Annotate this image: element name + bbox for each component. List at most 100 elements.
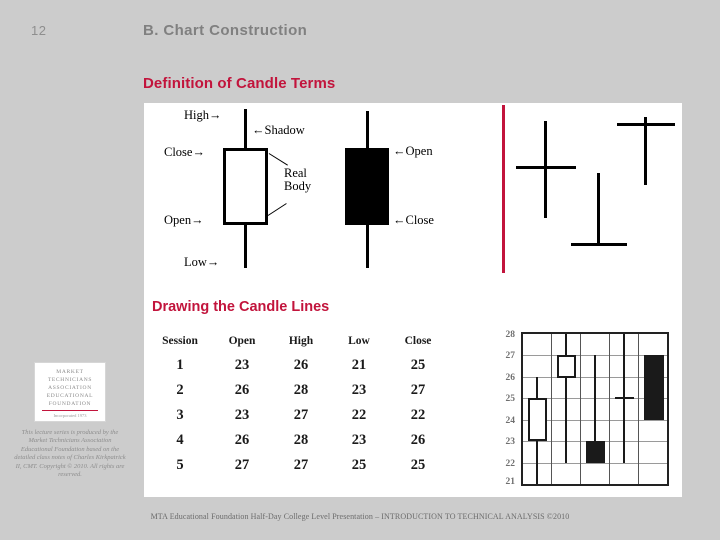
cell-low: 21	[351, 357, 367, 373]
table-row: 5 27 27 25 25	[148, 453, 448, 478]
figure-label-black-open-text: Open	[405, 144, 433, 158]
doji-dragonfly-bar	[571, 243, 627, 246]
figure-label-black-open: ←Open	[393, 144, 433, 159]
figure-label-black-close-text: Close	[405, 213, 434, 227]
hollow-candle-upper-shadow	[244, 109, 247, 149]
y-tick-label: 28	[505, 330, 516, 340]
candle-definition-figure: High→ Close→ Open→ Low→ ←Shadow Real Bod…	[144, 103, 682, 275]
figure-label-close-text: Close	[164, 145, 193, 159]
chart-plot-area	[521, 332, 669, 486]
y-tick-label: 24	[505, 416, 516, 426]
arrow-right-icon: →	[192, 145, 205, 159]
cell-session: 2	[176, 382, 184, 398]
cell-high: 27	[293, 457, 309, 473]
y-tick-label: 21	[505, 477, 516, 487]
candle-wick-session-2	[565, 334, 567, 463]
arrow-left-icon: ←	[393, 144, 406, 158]
figure-label-shadow-text: Shadow	[264, 123, 305, 137]
cell-close: 25	[410, 357, 426, 373]
table-row: 1 23 26 21 25	[148, 353, 448, 378]
drawing-section-heading: Drawing the Candle Lines	[152, 299, 330, 315]
figure-label-high: High→	[184, 108, 222, 123]
gridline-vertical	[609, 334, 610, 484]
footer-note: MTA Educational Foundation Half-Day Coll…	[150, 512, 570, 521]
cell-open: 27	[234, 457, 250, 473]
filled-candle-upper-shadow	[366, 111, 369, 149]
gridline-horizontal	[523, 463, 667, 464]
logo-divider-rule	[42, 410, 98, 411]
cell-open: 26	[234, 382, 250, 398]
arrow-right-icon: →	[206, 255, 220, 269]
logo-line-2: TECHNICIANS	[47, 377, 93, 383]
arrow-left-icon: ←	[252, 123, 265, 137]
y-tick-label: 25	[505, 394, 516, 404]
logo-line-3: ASSOCIATION	[48, 385, 92, 391]
y-tick-label: 26	[505, 373, 516, 383]
cell-low: 23	[351, 382, 367, 398]
figure-label-low: Low→	[184, 255, 219, 270]
arrow-right-icon: →	[191, 213, 204, 227]
logo-line-1: MARKET	[56, 369, 84, 375]
doji-cross-shadow	[544, 121, 547, 218]
gridline-vertical	[580, 334, 581, 484]
candle-body-session-1	[528, 398, 547, 441]
cell-session: 5	[176, 457, 184, 473]
cell-high: 27	[293, 407, 309, 423]
section-heading: Definition of Candle Terms	[143, 75, 336, 92]
arrow-left-icon: ←	[393, 213, 406, 227]
table-row: 3 23 27 22 22	[148, 403, 448, 428]
arrow-right-icon: →	[209, 108, 222, 122]
ohlc-table: Session Open High Low Close 1 23 26 21 2…	[148, 334, 448, 478]
cell-close: 26	[410, 432, 426, 448]
cell-session: 3	[176, 407, 184, 423]
cell-low: 25	[351, 457, 367, 473]
cell-open: 23	[234, 407, 250, 423]
cell-session: 1	[176, 357, 184, 373]
table-row: 2 26 28 23 27	[148, 378, 448, 403]
cell-open: 23	[234, 357, 250, 373]
figure-label-black-close: ←Close	[393, 213, 434, 228]
column-header-open: Open	[228, 335, 256, 347]
y-tick-label: 27	[505, 351, 516, 361]
doji-cross-bar	[516, 166, 576, 169]
logo-tagline: Incorporated 1973	[53, 413, 87, 418]
table-row: 4 26 28 23 26	[148, 428, 448, 453]
gridline-vertical	[551, 334, 552, 484]
filled-candle-lower-shadow	[366, 224, 369, 268]
logo-line-5: FOUNDATION	[48, 401, 92, 407]
candle-body-session-5	[644, 355, 664, 420]
figure-label-real-body-line1: Real	[284, 166, 307, 180]
column-header-close: Close	[404, 335, 432, 347]
credits-text: This lecture series is produced by the M…	[14, 429, 126, 479]
cell-high: 28	[293, 382, 309, 398]
cell-high: 28	[293, 432, 309, 448]
cell-low: 22	[351, 407, 367, 423]
figure-label-real-body-line2: Body	[284, 179, 312, 193]
table-header-row: Session Open High Low Close	[148, 334, 448, 353]
cell-low: 23	[351, 432, 367, 448]
doji-dragonfly-shadow	[597, 173, 600, 246]
figure-label-high-text: High	[184, 108, 209, 122]
cell-close: 27	[410, 382, 426, 398]
y-tick-label: 23	[505, 437, 516, 447]
cell-close: 25	[410, 457, 426, 473]
column-header-session: Session	[162, 335, 198, 347]
hollow-candle-real-body	[223, 148, 268, 225]
candle-body-session-3	[586, 441, 605, 463]
figure-divider	[502, 105, 505, 273]
cell-open: 26	[234, 432, 250, 448]
candle-body-session-2	[557, 355, 576, 378]
gridline-vertical	[638, 334, 639, 484]
figure-label-open-text: Open	[164, 213, 192, 227]
figure-label-close: Close→	[164, 145, 205, 160]
real-body-leader-lower	[267, 203, 287, 216]
column-header-high: High	[288, 335, 314, 347]
slide-number: 12	[31, 23, 47, 38]
figure-label-open: Open→	[164, 213, 204, 228]
content-panel: High→ Close→ Open→ Low→ ←Shadow Real Bod…	[144, 103, 682, 497]
cell-session: 4	[176, 432, 184, 448]
figure-label-low-text: Low	[184, 255, 207, 269]
doji-gravestone-bar	[617, 123, 675, 126]
real-body-leader-upper	[268, 153, 288, 166]
hollow-candle-lower-shadow	[244, 224, 247, 268]
